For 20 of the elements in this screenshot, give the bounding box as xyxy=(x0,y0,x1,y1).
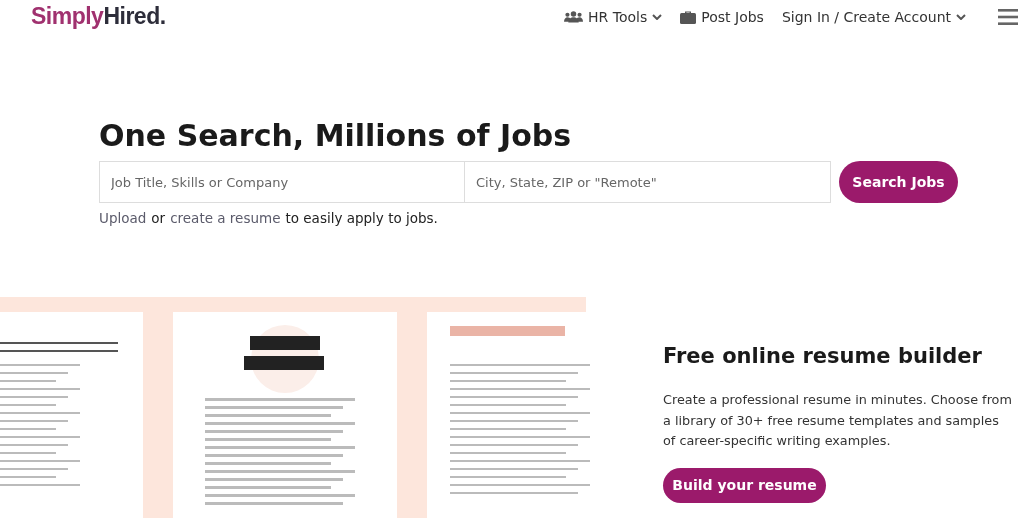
chevron-down-icon xyxy=(652,13,663,20)
location-field[interactable]: City, State, ZIP or "Remote" xyxy=(465,161,831,203)
create-resume-link[interactable]: create a resume xyxy=(170,210,281,226)
briefcase-icon xyxy=(680,9,697,24)
search-button[interactable]: Search Jobs xyxy=(839,161,958,203)
build-resume-button[interactable]: Build your resume xyxy=(663,467,826,503)
chevron-down-icon xyxy=(956,13,966,20)
section-title: Free online resume builder xyxy=(663,344,983,368)
job-search-field[interactable]: Job Title, Skills or Company xyxy=(99,161,465,203)
logo[interactable]: SimplyHired. xyxy=(31,3,166,30)
nav-link[interactable]: Sign In / Create Account xyxy=(781,8,966,25)
upload-link[interactable]: Upload xyxy=(99,210,147,226)
users-icon xyxy=(564,10,584,23)
upload-text: to easily apply to jobs. xyxy=(285,210,438,226)
hero-title: One Search, Millions of Jobs xyxy=(99,118,573,153)
nav-link[interactable]: HR Tools xyxy=(564,8,663,25)
upload-text: or xyxy=(151,210,166,226)
section-description: Create a professional resume in minutes. Choose from a library of 30+ free resume templates and samples of career-specific writing examples. xyxy=(663,391,1013,450)
menu-icon[interactable] xyxy=(998,8,1018,25)
nav-link[interactable]: Post Jobs xyxy=(680,8,764,25)
